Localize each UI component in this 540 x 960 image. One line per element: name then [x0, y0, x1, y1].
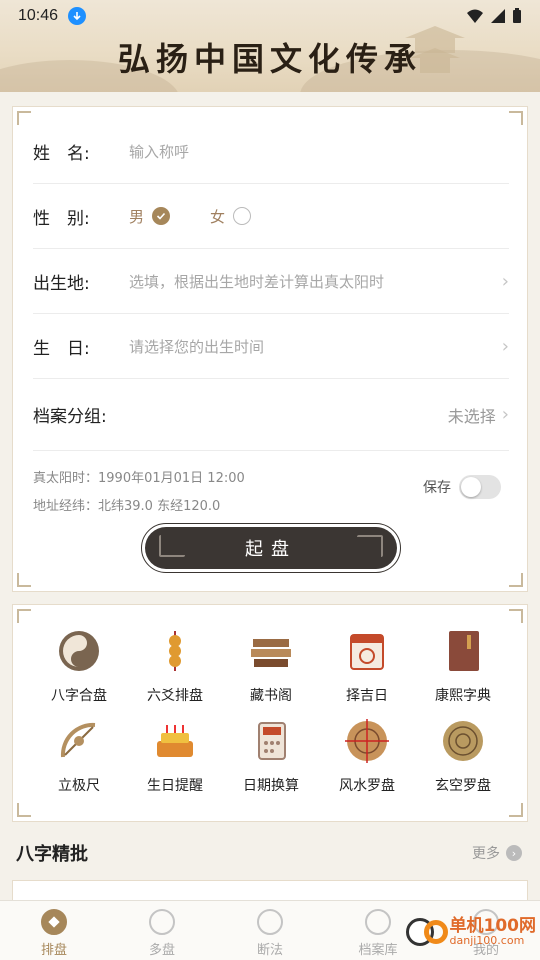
multi-icon [149, 909, 175, 935]
save-toggle[interactable] [459, 475, 501, 499]
card-corner-ornament [17, 573, 31, 587]
tool-label: 康熙字典 [435, 688, 491, 704]
taiji-icon [257, 909, 283, 935]
card-corner-ornament [17, 803, 31, 817]
tool-label: 八字合盘 [51, 688, 107, 704]
solar-time-text: 真太阳时：1990年01月01日 12:00 [33, 471, 245, 486]
checked-icon [152, 207, 171, 225]
tool-calendar[interactable]: 择吉日 [319, 629, 415, 705]
tool-label: 玄空罗盘 [435, 778, 491, 794]
tool-label: 择吉日 [346, 688, 388, 704]
chevron-right-icon: › [501, 270, 509, 292]
card-corner-ornament [509, 111, 523, 125]
section-title: 八字精批 [16, 844, 88, 865]
watermark-text: 单机100网 [449, 915, 537, 936]
tool-label: 立极尺 [58, 778, 100, 794]
header-banner: 10:46 弘扬中国文化传承 [0, 0, 540, 92]
group-label: 档案分组: [33, 407, 107, 427]
tool-coins[interactable]: 六爻排盘 [127, 629, 223, 705]
battery-icon [513, 8, 521, 23]
nav-item-taiji[interactable]: 断法 [216, 901, 324, 960]
gender-male-label: 男 [129, 207, 145, 226]
watermark: 单机100网 danji100.com [405, 915, 537, 948]
card-corner-ornament [17, 609, 31, 623]
calendar-icon [343, 629, 391, 677]
group-value[interactable]: 未选择 [448, 403, 496, 427]
birthday-input[interactable]: 请选择您的出生时间 [129, 336, 264, 357]
gender-label: 性 别: [33, 208, 90, 229]
nav-item-multi[interactable]: 多盘 [108, 901, 216, 960]
fret-ornament-icon [159, 535, 185, 557]
nav-label: 排盘 [40, 943, 67, 958]
status-bar: 10:46 [0, 0, 540, 32]
chevron-right-icon: › [501, 335, 509, 357]
chevron-right-icon: › [501, 404, 509, 425]
group-row[interactable]: 档案分组: 未选择 › [33, 379, 509, 451]
tools-grid: 八字合盘 六爻排盘 藏书阁 择吉日 康熙字典立极尺 生日提醒 日期换算 风水罗盘 玄空罗盘 [12, 604, 528, 822]
chevron-right-icon: › [506, 845, 522, 861]
birth-info-form: 姓 名: 输入称呼 性 别: 男 女 出生地: 选填，根据出生地时差计算出真太阳… [12, 106, 528, 592]
tool-compass[interactable]: 风水罗盘 [319, 719, 415, 795]
tool-yinyang[interactable]: 八字合盘 [31, 629, 127, 705]
wifi-icon [467, 9, 483, 23]
sextant-icon [55, 719, 103, 767]
watermark-logo-icon [405, 916, 450, 948]
tool-label: 六爻排盘 [147, 688, 203, 704]
coords-text: 地址经纬：北纬39.0 东经120.0 [33, 499, 221, 514]
tool-luopan[interactable]: 玄空罗盘 [415, 719, 511, 795]
unchecked-icon [233, 207, 252, 225]
gender-male-option[interactable]: 男 [129, 206, 171, 227]
compass-icon [343, 719, 391, 767]
calculator-icon [247, 719, 295, 767]
name-label: 姓 名: [33, 143, 90, 164]
paipan-icon [41, 909, 67, 935]
tool-dictionary[interactable]: 康熙字典 [415, 629, 511, 705]
tool-label: 生日提醒 [147, 778, 203, 794]
tool-cake[interactable]: 生日提醒 [127, 719, 223, 795]
tool-label: 风水罗盘 [339, 778, 395, 794]
tool-label: 日期换算 [243, 778, 299, 794]
coins-icon [151, 629, 199, 677]
cake-icon [151, 719, 199, 767]
tool-books[interactable]: 藏书阁 [223, 629, 319, 705]
status-time: 10:46 [18, 7, 59, 24]
banner-title: 弘扬中国文化传承 [117, 40, 422, 78]
card-corner-ornament [509, 609, 523, 623]
tool-label: 藏书阁 [250, 688, 292, 704]
nav-label: 断法 [256, 943, 283, 958]
nav-label: 多盘 [148, 943, 175, 958]
tool-calculator[interactable]: 日期换算 [223, 719, 319, 795]
tool-sextant[interactable]: 立极尺 [31, 719, 127, 795]
start-chart-label: 起盘 [245, 539, 297, 560]
save-toggle-group: 保存 [423, 475, 501, 499]
card-corner-ornament [17, 111, 31, 125]
gender-female-option[interactable]: 女 [210, 206, 252, 227]
nav-item-paipan[interactable]: 排盘 [0, 901, 108, 960]
name-row: 姓 名: 输入称呼 [33, 119, 509, 184]
card-corner-ornament [509, 803, 523, 817]
start-chart-button[interactable]: 起盘 [141, 523, 401, 573]
more-link[interactable]: 更多 › [472, 843, 522, 863]
books-icon [247, 629, 295, 677]
birthplace-label: 出生地: [33, 273, 90, 294]
name-input[interactable]: 输入称呼 [129, 141, 189, 162]
luopan-icon [439, 719, 487, 767]
birthplace-input[interactable]: 选填，根据出生地时差计算出真太阳时 [129, 271, 384, 292]
folder-icon [365, 909, 391, 935]
dictionary-icon [439, 629, 487, 677]
watermark-subtext: danji100.com [449, 933, 525, 947]
save-label: 保存 [423, 480, 451, 496]
gender-female-label: 女 [210, 207, 226, 226]
birthday-row[interactable]: 生 日: 请选择您的出生时间 › [33, 314, 509, 379]
yinyang-icon [55, 629, 103, 677]
fret-ornament-icon [357, 535, 383, 557]
gender-row: 性 别: 男 女 [33, 184, 509, 249]
more-label: 更多 [472, 846, 500, 862]
birthplace-row[interactable]: 出生地: 选填，根据出生地时差计算出真太阳时 › [33, 249, 509, 314]
card-corner-ornament [509, 573, 523, 587]
birthday-label: 生 日: [33, 338, 90, 359]
download-icon [68, 7, 87, 25]
signal-icon [491, 9, 505, 23]
